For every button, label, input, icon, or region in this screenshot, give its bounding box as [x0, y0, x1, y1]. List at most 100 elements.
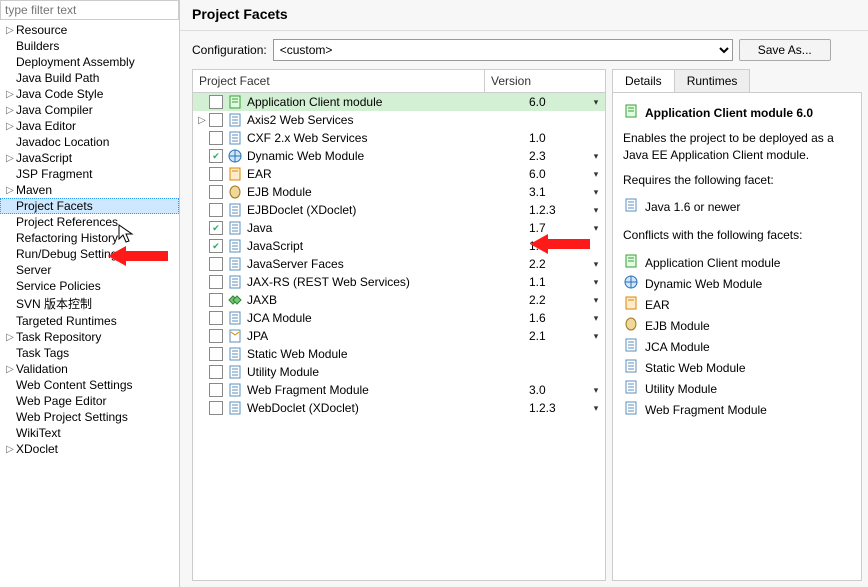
facet-checkbox[interactable]: [209, 275, 223, 289]
sidebar: ▷ResourceBuildersDeployment AssemblyJava…: [0, 0, 180, 587]
expand-icon[interactable]: ▷: [4, 185, 16, 196]
expand-icon[interactable]: ▷: [4, 364, 16, 375]
facet-row[interactable]: EJB Module3.1▾: [193, 183, 605, 201]
facet-checkbox[interactable]: ✔: [209, 239, 223, 253]
sidebar-item[interactable]: ▷Java Compiler: [0, 102, 179, 118]
facet-checkbox[interactable]: [209, 131, 223, 145]
facet-checkbox[interactable]: [209, 311, 223, 325]
facets-header: Project Facet Version: [193, 70, 605, 93]
version-dropdown-icon[interactable]: ▾: [589, 313, 603, 324]
version-dropdown-icon[interactable]: ▾: [589, 385, 603, 396]
sidebar-item[interactable]: Refactoring History: [0, 230, 179, 246]
facet-checkbox[interactable]: [209, 113, 223, 127]
sidebar-item[interactable]: SVN 版本控制: [0, 294, 179, 313]
facet-version: 2.2: [529, 293, 589, 307]
sidebar-item[interactable]: Web Project Settings: [0, 409, 179, 425]
sidebar-item[interactable]: Web Page Editor: [0, 393, 179, 409]
facet-checkbox[interactable]: [209, 383, 223, 397]
version-dropdown-icon[interactable]: ▾: [589, 151, 603, 162]
facet-checkbox[interactable]: [209, 257, 223, 271]
tab-details[interactable]: Details: [612, 69, 675, 92]
sidebar-item[interactable]: ▷Task Repository: [0, 329, 179, 345]
version-dropdown-icon[interactable]: ▾: [589, 187, 603, 198]
list-item-label: Utility Module: [645, 382, 717, 396]
sidebar-item[interactable]: ▷Resource: [0, 22, 179, 38]
facet-row[interactable]: Utility Module: [193, 363, 605, 381]
sidebar-item[interactable]: Task Tags: [0, 345, 179, 361]
expand-icon[interactable]: ▷: [4, 444, 16, 455]
facet-checkbox[interactable]: [209, 329, 223, 343]
sidebar-item[interactable]: Server: [0, 262, 179, 278]
save-as-button[interactable]: Save As...: [739, 39, 831, 61]
facet-row[interactable]: JavaServer Faces2.2▾: [193, 255, 605, 273]
facet-checkbox[interactable]: [209, 347, 223, 361]
version-dropdown-icon[interactable]: ▾: [589, 205, 603, 216]
sidebar-item[interactable]: ▷Maven: [0, 182, 179, 198]
col-version[interactable]: Version: [485, 70, 605, 92]
config-select[interactable]: <custom>: [273, 39, 733, 61]
facet-checkbox[interactable]: [209, 185, 223, 199]
sidebar-item[interactable]: Targeted Runtimes: [0, 313, 179, 329]
facet-row[interactable]: JAX-RS (REST Web Services)1.1▾: [193, 273, 605, 291]
col-facet[interactable]: Project Facet: [193, 70, 485, 92]
sidebar-item[interactable]: Javadoc Location: [0, 134, 179, 150]
doc-green-icon: [623, 253, 639, 272]
facet-checkbox[interactable]: ✔: [209, 221, 223, 235]
sidebar-item[interactable]: Project Facets: [0, 198, 179, 214]
expand-icon[interactable]: ▷: [4, 153, 16, 164]
facet-row[interactable]: WebDoclet (XDoclet)1.2.3▾: [193, 399, 605, 417]
sidebar-item[interactable]: ▷Java Code Style: [0, 86, 179, 102]
version-dropdown-icon[interactable]: ▾: [589, 403, 603, 414]
sidebar-item[interactable]: Run/Debug Settings: [0, 246, 179, 262]
sidebar-item[interactable]: ▷XDoclet: [0, 441, 179, 457]
sidebar-item[interactable]: ▷JavaScript: [0, 150, 179, 166]
list-item-label: Java 1.6 or newer: [645, 200, 740, 214]
facet-row[interactable]: CXF 2.x Web Services1.0: [193, 129, 605, 147]
version-dropdown-icon[interactable]: ▾: [589, 97, 603, 108]
facet-row[interactable]: Web Fragment Module3.0▾: [193, 381, 605, 399]
version-dropdown-icon[interactable]: ▾: [589, 277, 603, 288]
facet-row[interactable]: ✔Java1.7▾: [193, 219, 605, 237]
version-dropdown-icon[interactable]: ▾: [589, 169, 603, 180]
facet-row[interactable]: Application Client module6.0▾: [193, 93, 605, 111]
doc-icon: [227, 220, 243, 236]
sidebar-item[interactable]: ▷Validation: [0, 361, 179, 377]
facet-checkbox[interactable]: [209, 401, 223, 415]
expand-icon[interactable]: ▷: [4, 121, 16, 132]
expand-icon[interactable]: ▷: [4, 25, 16, 36]
sidebar-item[interactable]: ▷Java Editor: [0, 118, 179, 134]
version-dropdown-icon[interactable]: ▾: [589, 295, 603, 306]
facet-row[interactable]: JAXB2.2▾: [193, 291, 605, 309]
sidebar-item[interactable]: Project References: [0, 214, 179, 230]
facet-row[interactable]: ▷Axis2 Web Services: [193, 111, 605, 129]
facet-checkbox[interactable]: ✔: [209, 149, 223, 163]
version-dropdown-icon[interactable]: ▾: [589, 331, 603, 342]
facet-row[interactable]: ✔JavaScript1.0: [193, 237, 605, 255]
version-dropdown-icon[interactable]: ▾: [589, 223, 603, 234]
expand-icon[interactable]: ▷: [195, 115, 209, 126]
facet-row[interactable]: ✔Dynamic Web Module2.3▾: [193, 147, 605, 165]
filter-input[interactable]: [0, 0, 179, 20]
version-dropdown-icon[interactable]: ▾: [589, 259, 603, 270]
facet-checkbox[interactable]: [209, 167, 223, 181]
sidebar-item[interactable]: WikiText: [0, 425, 179, 441]
facet-checkbox[interactable]: [209, 95, 223, 109]
sidebar-item[interactable]: Service Policies: [0, 278, 179, 294]
tab-runtimes[interactable]: Runtimes: [675, 69, 751, 92]
sidebar-item[interactable]: Builders: [0, 38, 179, 54]
expand-icon[interactable]: ▷: [4, 89, 16, 100]
facet-row[interactable]: JPA2.1▾: [193, 327, 605, 345]
facet-row[interactable]: EJBDoclet (XDoclet)1.2.3▾: [193, 201, 605, 219]
sidebar-item[interactable]: Java Build Path: [0, 70, 179, 86]
sidebar-item[interactable]: Deployment Assembly: [0, 54, 179, 70]
facet-checkbox[interactable]: [209, 293, 223, 307]
expand-icon[interactable]: ▷: [4, 332, 16, 343]
sidebar-item[interactable]: JSP Fragment: [0, 166, 179, 182]
facet-checkbox[interactable]: [209, 365, 223, 379]
facet-row[interactable]: Static Web Module: [193, 345, 605, 363]
facet-row[interactable]: JCA Module1.6▾: [193, 309, 605, 327]
facet-checkbox[interactable]: [209, 203, 223, 217]
expand-icon[interactable]: ▷: [4, 105, 16, 116]
facet-row[interactable]: EAR6.0▾: [193, 165, 605, 183]
sidebar-item[interactable]: Web Content Settings: [0, 377, 179, 393]
